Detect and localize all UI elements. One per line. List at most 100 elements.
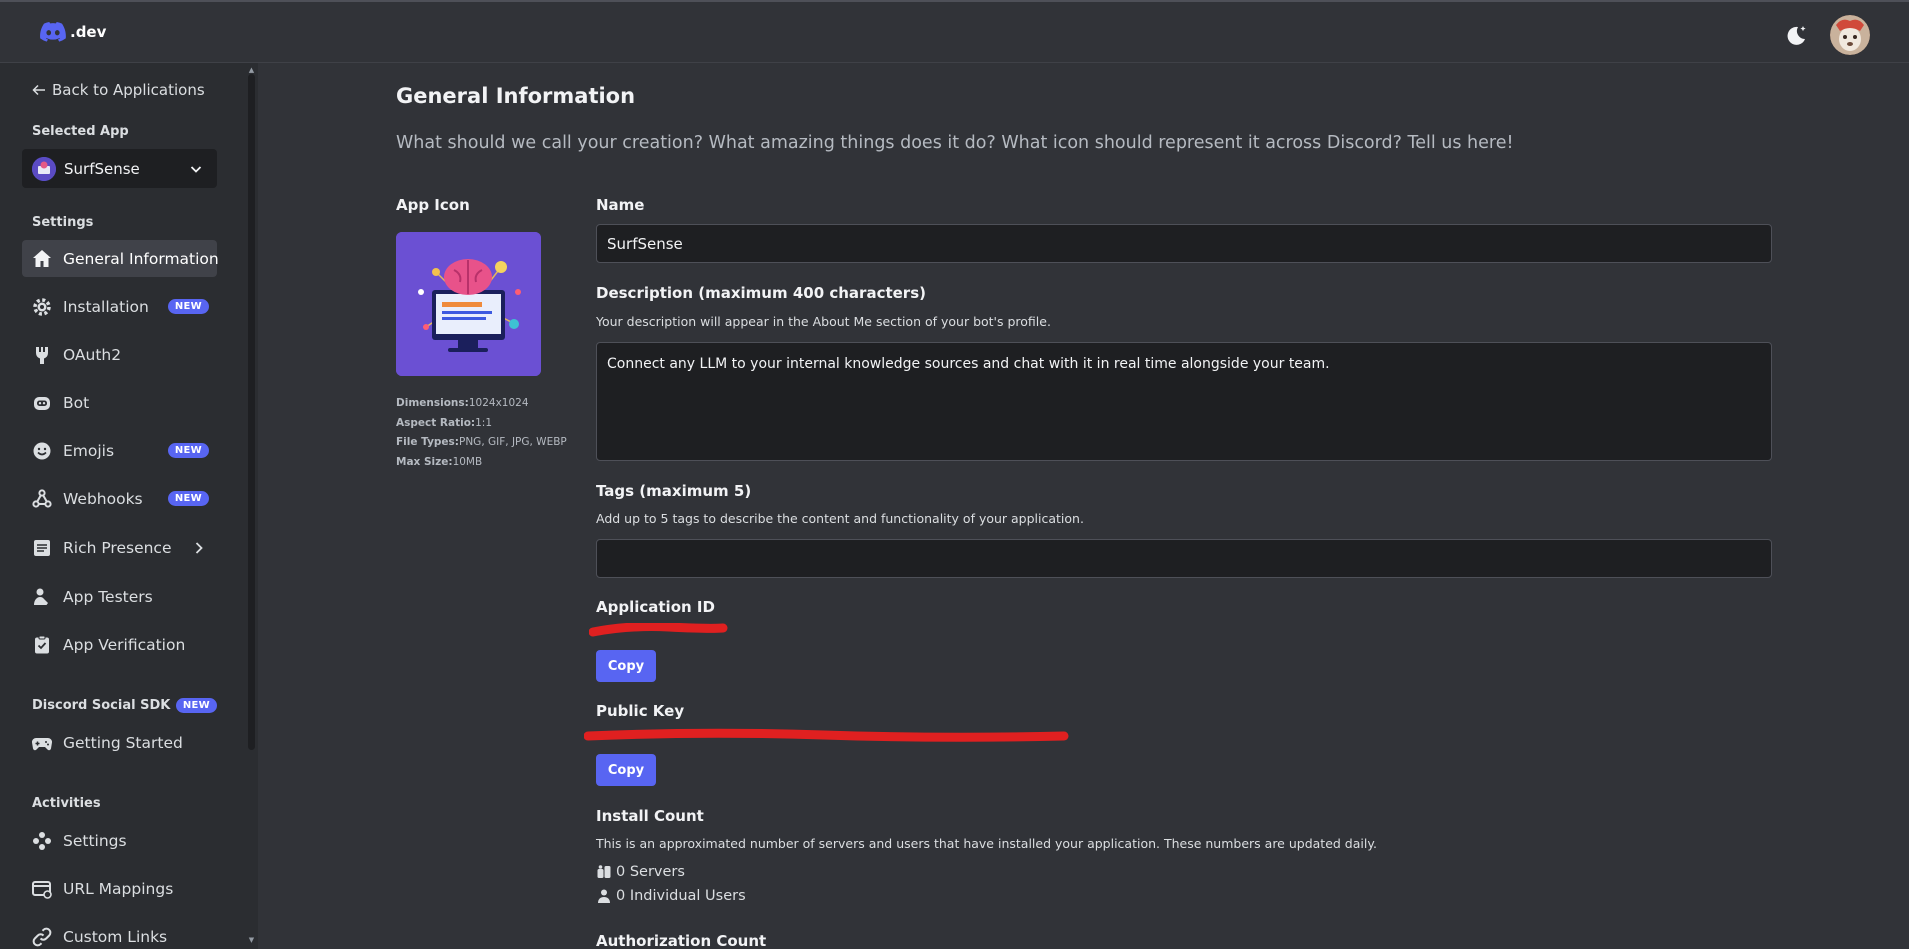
person-icon	[31, 586, 53, 608]
webhook-icon	[31, 488, 53, 510]
url-mapping-icon	[31, 878, 53, 900]
app-selector-dropdown[interactable]: SurfSense	[22, 149, 217, 188]
sidebar-item-oauth2[interactable]: OAuth2	[22, 336, 217, 373]
new-badge: NEW	[175, 698, 217, 713]
back-to-applications-link[interactable]: Back to Applications	[32, 81, 205, 99]
page-title: General Information	[396, 84, 636, 108]
sidebar-item-custom-links[interactable]: Custom Links	[22, 918, 217, 949]
activities-heading: Activities	[32, 796, 101, 811]
robot-icon	[31, 392, 53, 414]
chevron-right-icon	[195, 541, 203, 554]
name-label: Name	[596, 196, 645, 214]
sidebar-item-bot[interactable]: Bot	[22, 384, 217, 421]
sidebar-item-label: Installation	[63, 297, 149, 316]
sidebar-item-app-testers[interactable]: App Testers	[22, 578, 217, 615]
wrench-icon	[31, 344, 53, 366]
sidebar-item-label: App Verification	[63, 635, 186, 654]
icon-requirements: Dimensions:1024x1024 Aspect Ratio:1:1 Fi…	[396, 394, 567, 472]
copy-application-id-button[interactable]: Copy	[596, 650, 656, 682]
settings-heading: Settings	[32, 215, 94, 230]
clipboard-check-icon	[31, 634, 53, 656]
sidebar-item-activity-settings[interactable]: Settings	[22, 822, 217, 859]
public-key-redaction	[584, 728, 1069, 742]
chevron-down-icon	[190, 165, 202, 173]
install-count-help: This is an approximated number of server…	[596, 836, 1377, 851]
description-label: Description (maximum 400 characters)	[596, 284, 926, 302]
smiley-icon	[31, 440, 53, 462]
aspect-ratio-label: Aspect Ratio:	[396, 416, 476, 429]
theme-toggle-button[interactable]	[1783, 23, 1809, 49]
sidebar-item-installation[interactable]: Installation NEW	[22, 288, 217, 325]
sidebar-item-label: App Testers	[63, 587, 153, 606]
sidebar-item-label: Webhooks	[63, 489, 143, 508]
users-text: 0 Individual Users	[616, 888, 746, 904]
sidebar-item-label: Custom Links	[63, 927, 168, 946]
application-id-redaction	[589, 623, 728, 637]
scroll-up-arrow-icon[interactable]: ▲	[247, 66, 256, 74]
user-avatar[interactable]	[1830, 15, 1870, 55]
avatar-image	[1830, 15, 1870, 55]
user-icon	[598, 889, 610, 903]
sidebar-item-label: OAuth2	[63, 345, 122, 364]
sidebar-item-label: Getting Started	[63, 733, 183, 752]
app-mini-icon	[32, 156, 56, 181]
sidebar-item-url-mappings[interactable]: URL Mappings	[22, 870, 217, 907]
back-link-label: Back to Applications	[52, 81, 205, 99]
max-size-value: 10MB	[452, 455, 483, 468]
app-icon-upload[interactable]	[396, 232, 541, 376]
app-icon-label: App Icon	[396, 196, 470, 214]
arrow-left-icon	[32, 84, 45, 96]
sidebar-scrollbar-thumb[interactable]	[248, 74, 255, 750]
sidebar-item-label: Rich Presence	[63, 538, 172, 557]
servers-text: 0 Servers	[616, 864, 685, 880]
aspect-ratio-value: 1:1	[475, 416, 493, 429]
application-id-label: Application ID	[596, 598, 715, 616]
discord-dev-logo[interactable]: .dev	[40, 22, 106, 42]
sidebar-item-rich-presence[interactable]: Rich Presence	[22, 529, 217, 566]
sidebar-scrollbar[interactable]: ▲ ▼	[247, 66, 256, 944]
selected-app-name: SurfSense	[64, 159, 140, 178]
tags-help: Add up to 5 tags to describe the content…	[596, 511, 1084, 526]
page-subtitle: What should we call your creation? What …	[396, 133, 1514, 153]
max-size-label: Max Size:	[396, 455, 453, 468]
sidebar-item-label: Emojis	[63, 441, 115, 460]
authorization-count-label: Authorization Count	[596, 932, 767, 949]
sidebar-item-general-information[interactable]: General Information	[22, 240, 219, 277]
sidebar-item-emojis[interactable]: Emojis NEW	[22, 432, 217, 469]
discord-logo-icon	[40, 22, 66, 42]
sidebar-item-label: URL Mappings	[63, 879, 174, 898]
gamepad-icon	[31, 732, 53, 754]
social-sdk-heading-row: Discord Social SDK NEW	[32, 698, 217, 713]
activity-icon	[31, 830, 53, 852]
tags-input[interactable]	[596, 539, 1772, 578]
new-badge: NEW	[167, 443, 209, 458]
file-types-label: File Types:	[396, 436, 459, 448]
description-help: Your description will appear in the Abou…	[596, 314, 1051, 329]
home-icon	[31, 248, 53, 270]
dimensions-label: Dimensions:	[396, 397, 469, 409]
sidebar-item-app-verification[interactable]: App Verification	[22, 626, 217, 663]
logo-text: .dev	[70, 23, 107, 41]
selected-app-heading: Selected App	[32, 124, 129, 139]
copy-public-key-button[interactable]: Copy	[596, 754, 656, 786]
servers-count: 0 Servers	[596, 864, 685, 880]
top-bar: .dev	[0, 0, 1909, 63]
sidebar-item-getting-started[interactable]: Getting Started	[22, 724, 217, 761]
name-input[interactable]: SurfSense	[596, 224, 1772, 263]
sidebar-item-label: General Information	[63, 249, 219, 268]
sidebar-item-label: Bot	[63, 393, 90, 412]
social-sdk-heading: Discord Social SDK	[32, 698, 171, 713]
moon-icon	[1787, 26, 1806, 45]
sidebar: Back to Applications Selected App SurfSe…	[0, 63, 258, 949]
app-icon-image	[396, 232, 541, 376]
new-badge: NEW	[167, 491, 209, 506]
install-count-label: Install Count	[596, 807, 704, 825]
dimensions-value: 1024x1024	[468, 397, 529, 409]
tags-label: Tags (maximum 5)	[596, 482, 752, 500]
public-key-label: Public Key	[596, 702, 685, 720]
sidebar-item-label: Settings	[63, 831, 127, 850]
sidebar-item-webhooks[interactable]: Webhooks NEW	[22, 480, 217, 517]
description-textarea[interactable]: Connect any LLM to your internal knowled…	[596, 342, 1772, 461]
scroll-down-arrow-icon[interactable]: ▼	[247, 936, 256, 944]
link-icon	[31, 926, 53, 948]
